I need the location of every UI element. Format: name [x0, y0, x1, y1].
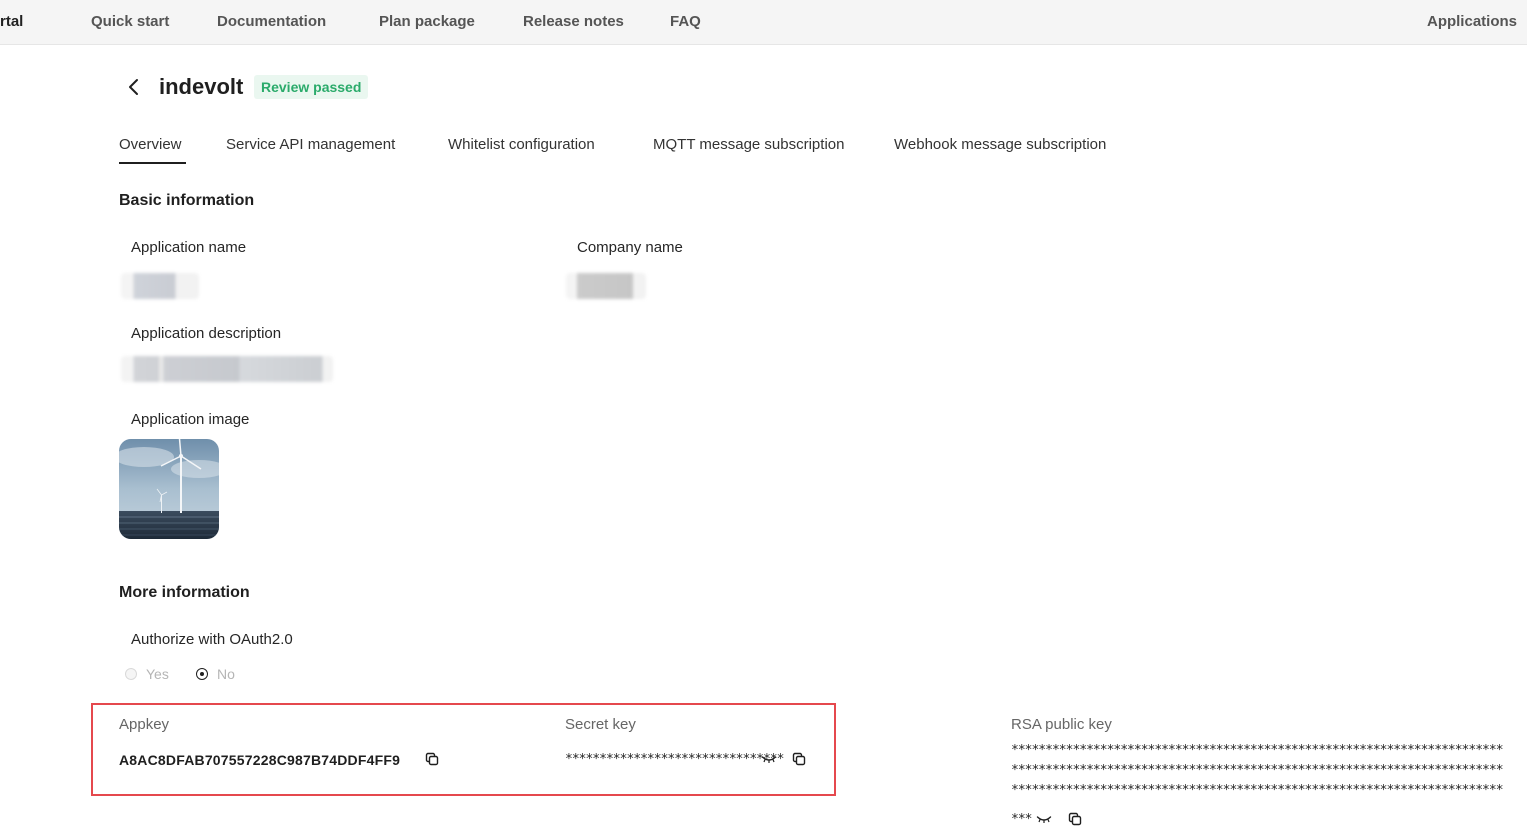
- copy-icon[interactable]: [791, 751, 807, 767]
- rsa-public-key-label: RSA public key: [1011, 716, 1112, 733]
- more-information-title: More information: [119, 584, 250, 601]
- application-description-label: Application description: [131, 325, 282, 342]
- nav-plan-package[interactable]: Plan package: [379, 13, 475, 30]
- company-name-value-redacted: [566, 273, 646, 299]
- tab-overview[interactable]: Overview: [119, 136, 182, 153]
- tab-mqtt-message-subscription[interactable]: MQTT message subscription: [653, 136, 844, 153]
- oauth-yes-radio[interactable]: [125, 668, 137, 680]
- application-name-value-redacted: [121, 273, 199, 299]
- oauth-no-radio[interactable]: [196, 668, 208, 680]
- oauth-yes-label[interactable]: Yes: [146, 666, 169, 682]
- top-nav-bar: rtal Quick start Documentation Plan pack…: [0, 0, 1527, 45]
- appkey-label: Appkey: [119, 716, 170, 733]
- oauth-no-label[interactable]: No: [217, 666, 235, 682]
- rsa-key-masked-line-3: ****************************************…: [1011, 783, 1504, 798]
- rsa-key-masked-line-4: ***: [1011, 812, 1033, 827]
- copy-icon[interactable]: [424, 751, 440, 767]
- basic-information-title: Basic information: [119, 192, 255, 209]
- eye-closed-icon[interactable]: [1036, 811, 1052, 827]
- appkey-value: A8AC8DFAB707557228C987B74DDF4FF9: [119, 752, 401, 768]
- brand-text[interactable]: rtal: [0, 13, 23, 30]
- application-description-value-redacted: [121, 356, 333, 382]
- application-image-label: Application image: [131, 411, 250, 428]
- secret-key-label: Secret key: [565, 716, 636, 733]
- nav-documentation[interactable]: Documentation: [217, 13, 326, 30]
- company-name-label: Company name: [577, 239, 683, 256]
- tab-whitelist-configuration[interactable]: Whitelist configuration: [448, 136, 595, 153]
- status-badge: Review passed: [254, 75, 369, 99]
- oauth-label: Authorize with OAuth2.0: [131, 631, 293, 648]
- eye-closed-icon[interactable]: [761, 751, 777, 767]
- application-image: [119, 439, 219, 539]
- chevron-left-icon[interactable]: [124, 76, 144, 98]
- nav-release-notes[interactable]: Release notes: [523, 13, 624, 30]
- rsa-key-masked-line-1: ****************************************…: [1011, 743, 1504, 758]
- nav-faq[interactable]: FAQ: [670, 13, 701, 30]
- page-title: indevolt: [159, 74, 244, 99]
- rsa-key-masked-line-2: ****************************************…: [1011, 763, 1504, 778]
- application-name-label: Application name: [131, 239, 247, 256]
- key-highlight-box: [91, 703, 836, 796]
- secret-key-masked-value: ********************************: [565, 752, 784, 767]
- copy-icon[interactable]: [1067, 811, 1083, 827]
- active-tab-indicator: [119, 162, 186, 164]
- nav-applications[interactable]: Applications: [1427, 13, 1517, 30]
- tab-service-api-management[interactable]: Service API management: [226, 136, 395, 153]
- nav-quick-start[interactable]: Quick start: [91, 13, 169, 30]
- tab-webhook-message-subscription[interactable]: Webhook message subscription: [894, 136, 1106, 153]
